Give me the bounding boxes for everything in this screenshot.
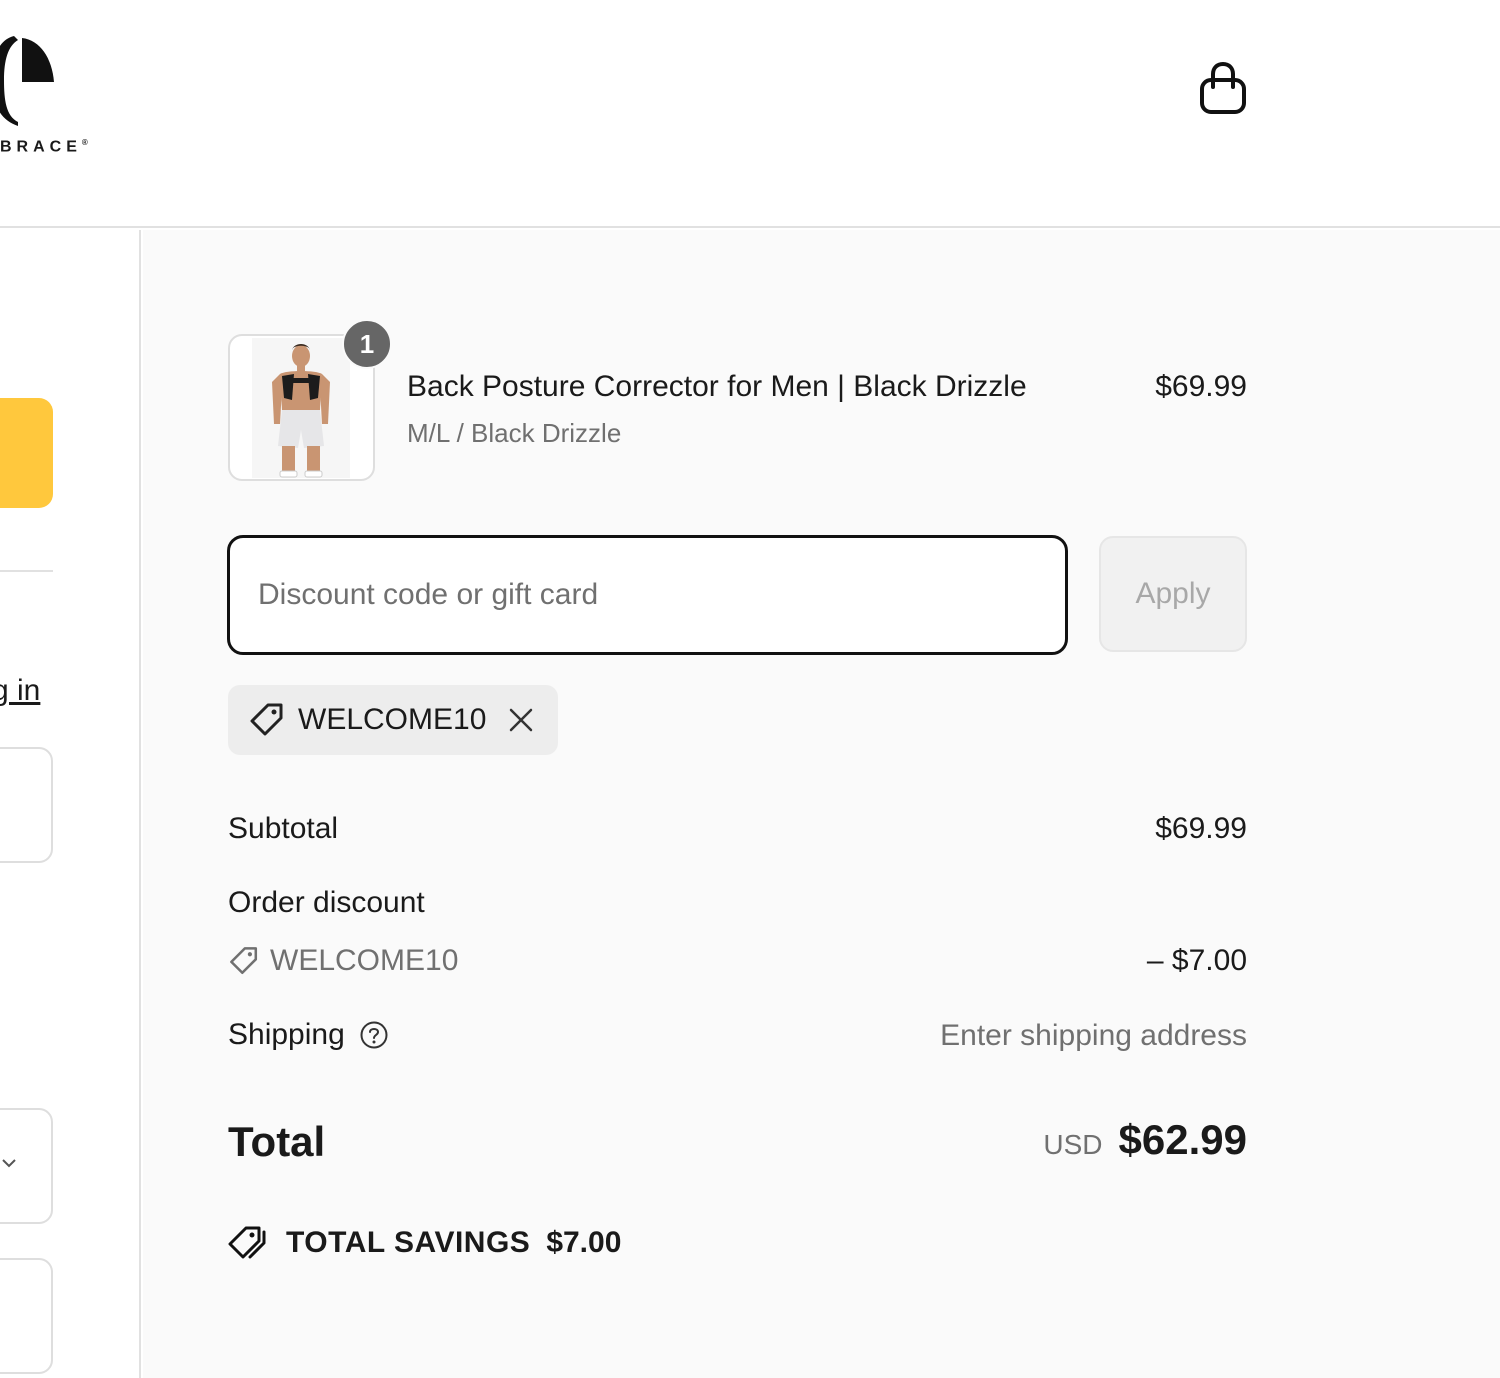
brand-logo[interactable]: BRACE® — [0, 30, 100, 160]
shipping-label: Shipping — [228, 1018, 345, 1051]
tag-icon — [230, 947, 258, 975]
site-header: BRACE® — [0, 0, 1500, 228]
close-icon — [510, 708, 533, 732]
subtotal-label: Subtotal — [228, 812, 339, 845]
currency-code: USD — [1043, 1129, 1103, 1160]
total-amount: $62.99 — [1118, 1116, 1247, 1163]
subtotal-value: $69.99 — [1155, 812, 1247, 845]
shipping-value: Enter shipping address — [940, 1019, 1247, 1052]
total-savings-label: TOTAL SAVINGS — [286, 1226, 531, 1259]
logo-mark-icon — [0, 36, 54, 126]
applied-code-label: WELCOME10 — [298, 703, 487, 736]
discount-code-label: WELCOME10 — [270, 944, 459, 977]
product-price: $69.99 — [1155, 370, 1247, 403]
total-value: USD $62.99 — [1043, 1116, 1247, 1164]
chevron-down-icon — [2, 1159, 16, 1168]
product-variant: M/L / Black Drizzle — [407, 418, 622, 448]
total-label: Total — [228, 1118, 326, 1165]
product-title: Back Posture Corrector for Men | Black D… — [407, 370, 1027, 403]
quantity-badge: 1 — [342, 319, 392, 369]
tags-icon — [228, 1226, 266, 1259]
express-checkout-button[interactable] — [0, 398, 53, 508]
checkout-form-column: g in — [0, 230, 141, 1378]
remove-discount-button[interactable] — [506, 705, 536, 735]
help-circle-icon[interactable] — [359, 1020, 389, 1050]
country-select[interactable] — [0, 1108, 53, 1224]
tag-icon — [250, 703, 283, 736]
login-link[interactable]: g in — [0, 674, 40, 708]
total-savings: TOTAL SAVINGS $7.00 — [228, 1224, 621, 1262]
order-discount-label: Order discount — [228, 886, 425, 919]
logo-wordmark: BRACE® — [0, 138, 88, 156]
order-discount-code: WELCOME10 — [228, 944, 458, 978]
product-thumbnail: 1 — [228, 319, 392, 481]
discount-value: – $7.00 — [1146, 944, 1247, 977]
total-savings-amount: $7.00 — [546, 1226, 622, 1259]
order-summary: 1 Back Posture Corrector for Men | Black… — [143, 230, 1500, 1378]
email-field[interactable] — [0, 747, 53, 863]
discount-code-input[interactable] — [227, 535, 1068, 655]
name-field[interactable] — [0, 1258, 53, 1374]
product-image — [252, 338, 350, 478]
shipping-row: Shipping — [228, 1018, 389, 1052]
apply-discount-button[interactable]: Apply — [1099, 536, 1247, 652]
cart-button[interactable] — [1196, 60, 1250, 118]
shopping-bag-icon — [1200, 61, 1246, 114]
posture-corrector-model-image — [272, 344, 330, 478]
divider — [0, 570, 53, 572]
applied-discount-chip: WELCOME10 — [228, 685, 559, 755]
